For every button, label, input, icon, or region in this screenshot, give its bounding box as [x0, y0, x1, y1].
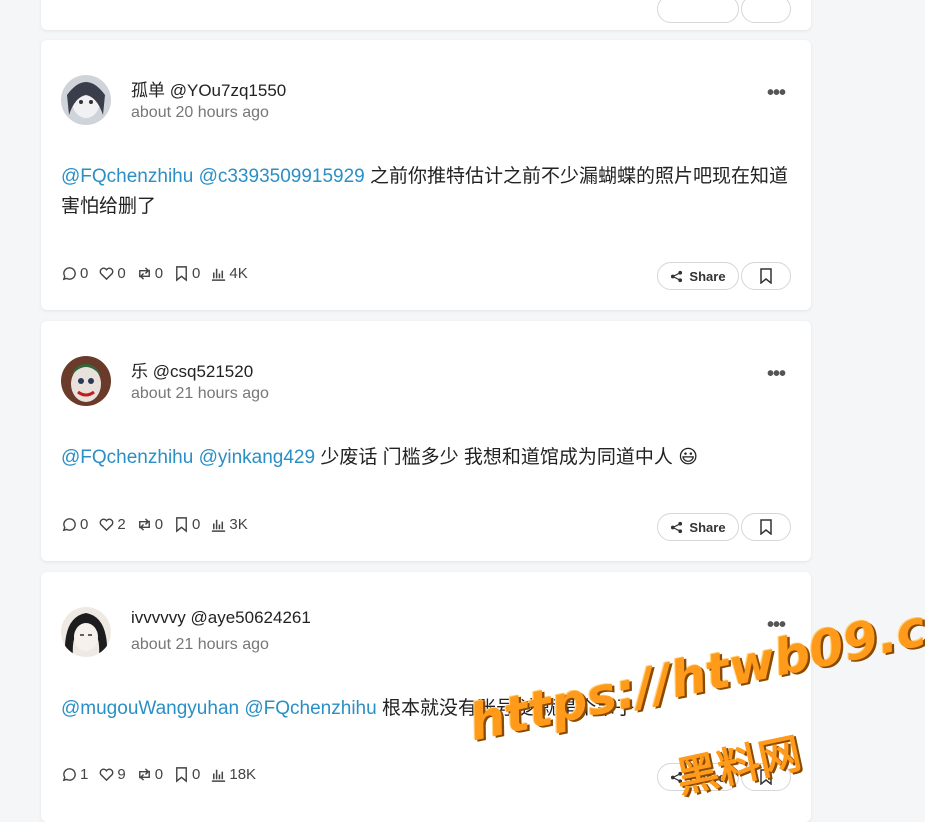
bookmark-count: 0 [192, 516, 201, 533]
reply-icon [62, 267, 76, 281]
reply-stat[interactable]: 1 [61, 766, 88, 783]
bookmark-icon [176, 266, 187, 282]
bookmark-stat[interactable]: 0 [173, 516, 200, 533]
handle: @csq521520 [152, 362, 254, 381]
reply-stat[interactable]: 0 [61, 265, 88, 282]
share-label: Share [689, 519, 726, 535]
bookmark-icon [760, 769, 772, 785]
heart-icon [99, 768, 114, 782]
reply-count: 0 [80, 516, 89, 533]
mention-link[interactable]: @yinkang429 [199, 447, 315, 468]
bookmark-button[interactable] [741, 513, 791, 541]
more-options-button[interactable]: ••• [767, 364, 786, 384]
mention-link[interactable]: @FQchenzhihu [244, 698, 376, 719]
bookmark-count: 0 [192, 766, 201, 783]
user-line[interactable]: 孤单 @YOu7zq1550 [131, 76, 286, 101]
views-stat[interactable]: 4K [210, 265, 248, 282]
views-icon [212, 519, 226, 532]
stats-bar: 0 0 0 0 4K [61, 265, 248, 282]
display-name: ivvvvvy [131, 608, 186, 627]
views-count: 18K [229, 766, 257, 783]
like-stat[interactable]: 2 [98, 516, 126, 533]
user-line[interactable]: ivvvvvy @aye50624261 [131, 608, 311, 628]
bookmark-button[interactable] [741, 0, 791, 23]
post-body: 少废话 门槛多少 我想和道馆成为同道中人 [320, 447, 673, 468]
post-card: ivvvvvy @aye50624261 about 21 hours ago … [41, 572, 811, 822]
repost-stat[interactable]: 0 [136, 265, 163, 282]
mention-link[interactable]: @c3393509915929 [199, 166, 365, 187]
user-line[interactable]: 乐 @csq521520 [131, 357, 253, 382]
reply-count: 0 [80, 265, 89, 282]
bookmark-icon [176, 517, 187, 533]
share-icon [671, 270, 683, 282]
bookmark-button[interactable] [741, 262, 791, 290]
repost-icon [138, 267, 150, 280]
repost-stat[interactable]: 0 [136, 766, 163, 783]
avatar[interactable] [61, 607, 111, 657]
repost-count: 0 [154, 516, 164, 533]
share-button[interactable]: Share [657, 763, 739, 791]
bookmark-button[interactable] [741, 763, 791, 791]
avatar[interactable] [61, 75, 111, 125]
mention-link[interactable]: @FQchenzhihu [61, 447, 193, 468]
share-button[interactable]: Share [657, 513, 739, 541]
like-count: 2 [117, 516, 126, 533]
reply-stat[interactable]: 0 [61, 516, 88, 533]
post-card-previous [41, 0, 811, 30]
repost-count: 0 [154, 265, 164, 282]
post-text: @FQchenzhihu @yinkang429 少废话 门槛多少 我想和道馆成… [61, 443, 796, 473]
like-count: 9 [117, 766, 126, 783]
timestamp: about 21 hours ago [131, 385, 269, 402]
views-count: 4K [229, 265, 248, 282]
avatar[interactable] [61, 356, 111, 406]
bookmark-stat[interactable]: 0 [173, 265, 200, 282]
share-icon [671, 771, 683, 783]
views-stat[interactable]: 18K [210, 766, 256, 783]
like-count: 0 [117, 265, 126, 282]
reply-icon [62, 768, 76, 782]
handle: @aye50624261 [190, 608, 311, 627]
views-count: 3K [229, 516, 248, 533]
repost-stat[interactable]: 0 [136, 516, 163, 533]
bookmark-icon [176, 767, 187, 783]
heart-icon [99, 518, 114, 532]
bookmark-count: 0 [192, 265, 201, 282]
reply-count: 1 [80, 766, 89, 783]
reply-icon [62, 518, 76, 532]
share-label: Share [689, 268, 726, 284]
more-options-button[interactable]: ••• [767, 615, 786, 635]
bookmark-stat[interactable]: 0 [173, 766, 200, 783]
bookmark-icon [760, 268, 772, 284]
handle: @YOu7zq1550 [169, 81, 287, 100]
post-text: @FQchenzhihu @c3393509915929 之前你推特估计之前不少… [61, 162, 796, 222]
heart-icon [99, 267, 114, 281]
timestamp: about 21 hours ago [131, 636, 269, 653]
stats-bar: 0 2 0 0 3K [61, 516, 248, 533]
post-card: 乐 @csq521520 about 21 hours ago ••• @FQc… [41, 321, 811, 561]
stats-bar: 1 9 0 0 18K [61, 766, 256, 783]
more-options-button[interactable]: ••• [767, 83, 786, 103]
mention-link[interactable]: @mugouWangyuhan [61, 698, 239, 719]
share-label: Share [689, 769, 726, 785]
repost-icon [138, 768, 150, 781]
grin-emoji-icon: 😃 [678, 447, 698, 468]
bookmark-icon [760, 519, 772, 535]
display-name: 孤单 [131, 81, 165, 100]
views-icon [212, 268, 226, 281]
repost-count: 0 [154, 766, 164, 783]
timestamp: about 20 hours ago [131, 104, 269, 121]
post-text: @mugouWangyuhan @FQchenzhihu 根本就没有账号 这就是… [61, 694, 796, 724]
mention-link[interactable]: @FQchenzhihu [61, 166, 193, 187]
share-button[interactable]: Share [657, 262, 739, 290]
share-icon [671, 521, 683, 533]
repost-icon [138, 518, 150, 531]
like-stat[interactable]: 9 [98, 766, 126, 783]
views-stat[interactable]: 3K [210, 516, 248, 533]
views-icon [212, 769, 226, 782]
like-stat[interactable]: 0 [98, 265, 126, 282]
display-name: 乐 [131, 362, 148, 381]
post-body: 根本就没有账号 这就是个串子 [381, 698, 635, 719]
share-button[interactable] [657, 0, 739, 23]
post-card: 孤单 @YOu7zq1550 about 20 hours ago ••• @F… [41, 40, 811, 310]
